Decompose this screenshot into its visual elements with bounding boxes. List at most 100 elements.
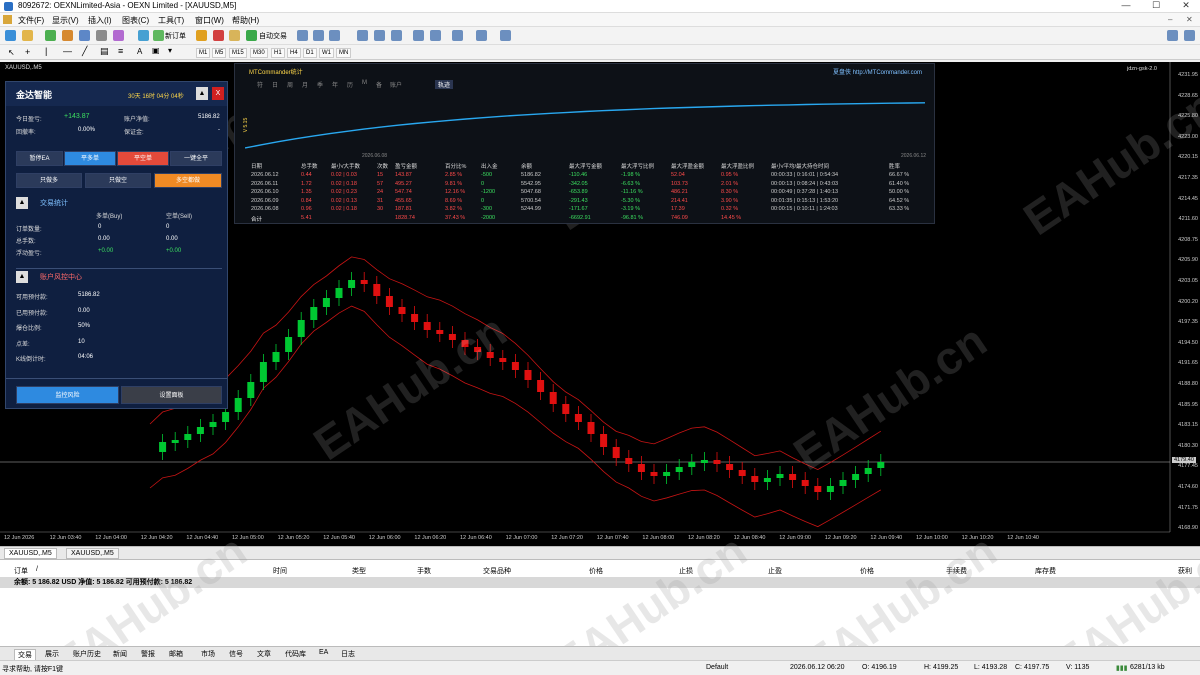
zoom-in-icon[interactable] — [357, 30, 368, 41]
tab-market[interactable]: 市场 — [198, 649, 218, 659]
periods-icon[interactable] — [476, 30, 487, 41]
menu-tools[interactable]: 工具(T) — [158, 15, 184, 26]
zoom-out-icon[interactable] — [374, 30, 385, 41]
restore-icon[interactable]: – — [1168, 15, 1172, 24]
menu-insert[interactable]: 插入(I) — [88, 15, 112, 26]
fibo-icon[interactable]: ≡ — [118, 46, 123, 56]
col-sl[interactable]: 止损 — [679, 566, 693, 576]
terminal-icon[interactable] — [96, 30, 107, 41]
community-icon[interactable] — [1184, 30, 1195, 41]
hline-icon[interactable]: — — [63, 46, 72, 56]
tab-codebase[interactable]: 代码库 — [282, 649, 309, 659]
text-tool-icon[interactable]: A — [137, 47, 142, 56]
col-type[interactable]: 类型 — [352, 566, 366, 576]
col-commission[interactable]: 手续费 — [946, 566, 967, 576]
auto-trade-icon[interactable] — [246, 30, 257, 41]
mtc-site-link[interactable]: 夏盘侠 http://MTCommander.com — [833, 67, 922, 76]
col-swap[interactable]: 库存费 — [1035, 566, 1056, 576]
chart-tab-active[interactable]: XAUUSD,.M5 — [4, 548, 57, 559]
col-order[interactable]: 订单 — [14, 566, 28, 576]
chart-tab[interactable]: XAUUSD,.M5 — [66, 548, 119, 559]
trendline-icon[interactable]: ╱ — [82, 46, 87, 57]
monitor-risk-button[interactable]: 监控风险 — [16, 386, 119, 404]
search-icon[interactable] — [1167, 30, 1178, 41]
col-price[interactable]: 价格 — [589, 566, 603, 576]
status-profile[interactable]: Default — [706, 664, 728, 671]
col-time[interactable]: 时间 — [273, 566, 287, 576]
tab-journal[interactable]: 日志 — [338, 649, 358, 659]
market-watch-icon[interactable] — [45, 30, 56, 41]
profiles-icon[interactable] — [22, 30, 33, 41]
tf-m30[interactable]: M30 — [250, 48, 268, 58]
close-long-button[interactable]: 平多单 — [64, 151, 116, 166]
line-chart-icon[interactable] — [329, 30, 340, 41]
pause-ea-button[interactable]: 暂停EA — [16, 151, 63, 166]
close-chart-icon[interactable]: ✕ — [1186, 15, 1193, 24]
close-icon[interactable]: ✕ — [1174, 0, 1198, 11]
tile-icon[interactable] — [391, 30, 402, 41]
cursor-icon[interactable]: ↖ — [8, 48, 15, 57]
tf-h4[interactable]: H4 — [287, 48, 301, 58]
panel-close-button[interactable]: X — [212, 87, 224, 100]
bar-chart-icon[interactable] — [297, 30, 308, 41]
maximize-icon[interactable]: ☐ — [1144, 0, 1168, 11]
stats-toggle-button[interactable]: ▲ — [16, 197, 28, 209]
minimize-icon[interactable]: — — [1114, 0, 1138, 10]
menu-view[interactable]: 显示(V) — [52, 15, 79, 26]
both-direction-button[interactable]: 多空都做 — [154, 173, 222, 188]
data-window-icon[interactable] — [62, 30, 73, 41]
chart-shift-icon[interactable] — [413, 30, 424, 41]
arrows-tool-icon[interactable]: ▾ — [168, 46, 172, 55]
tab-mailbox[interactable]: 邮箱 — [166, 649, 186, 659]
record-icon[interactable] — [213, 30, 224, 41]
metaeditor-icon[interactable] — [138, 30, 149, 41]
new-order-button[interactable]: 新订单 — [165, 31, 186, 41]
col-lots[interactable]: 手数 — [417, 566, 431, 576]
tab-alerts[interactable]: 警报 — [138, 649, 158, 659]
templates-icon[interactable] — [500, 30, 511, 41]
menu-help[interactable]: 帮助(H) — [232, 15, 259, 26]
new-order-icon[interactable] — [153, 30, 164, 41]
auto-trade-button[interactable]: 自动交易 — [259, 31, 287, 41]
navigator-icon[interactable] — [79, 30, 90, 41]
menu-chart[interactable]: 图表(C) — [122, 15, 149, 26]
tf-w1[interactable]: W1 — [319, 48, 334, 58]
close-short-button[interactable]: 平空单 — [117, 151, 169, 166]
tf-m1[interactable]: M1 — [196, 48, 211, 58]
mtc-tab-m[interactable]: M — [362, 80, 367, 86]
strategy-tester-icon[interactable] — [113, 30, 124, 41]
col-price-current[interactable]: 价格 — [860, 566, 874, 576]
gold-icon[interactable] — [196, 30, 207, 41]
tab-history[interactable]: 账户历史 — [70, 649, 104, 659]
menu-window[interactable]: 窗口(W) — [195, 15, 224, 26]
indicators-icon[interactable] — [452, 30, 463, 41]
col-profit[interactable]: 获利 — [1178, 566, 1192, 576]
tf-h1[interactable]: H1 — [271, 48, 285, 58]
lock-icon[interactable] — [229, 30, 240, 41]
candlestick-icon[interactable] — [313, 30, 324, 41]
settings-panel-button[interactable]: 设置面板 — [121, 386, 222, 404]
only-long-button[interactable]: 只做多 — [16, 173, 82, 188]
tf-m15[interactable]: M15 — [229, 48, 247, 58]
col-symbol[interactable]: 交易品种 — [483, 566, 511, 576]
only-short-button[interactable]: 只做空 — [85, 173, 151, 188]
close-all-button[interactable]: 一键全平 — [170, 151, 222, 166]
tf-mn[interactable]: MN — [336, 48, 352, 58]
autoscroll-icon[interactable] — [430, 30, 441, 41]
tab-news[interactable]: 新闻 — [110, 649, 130, 659]
tab-exposure[interactable]: 展示 — [42, 649, 62, 659]
risk-toggle-button[interactable]: ▲ — [16, 271, 28, 283]
tab-articles[interactable]: 文章 — [254, 649, 274, 659]
crosshair-icon[interactable]: + — [25, 47, 30, 57]
vline-icon[interactable]: | — [45, 46, 47, 56]
new-chart-icon[interactable] — [5, 30, 16, 41]
label-tool-icon[interactable]: ▣ — [152, 46, 160, 55]
menu-file[interactable]: 文件(F) — [18, 15, 44, 26]
channel-icon[interactable]: ▤ — [100, 46, 109, 57]
tf-m5[interactable]: M5 — [212, 48, 227, 58]
col-tp[interactable]: 止盈 — [768, 566, 782, 576]
tab-signals[interactable]: 信号 — [226, 649, 246, 659]
panel-collapse-button[interactable]: ▲ — [196, 87, 208, 100]
tf-d1[interactable]: D1 — [303, 48, 317, 58]
tab-experts[interactable]: EA — [316, 649, 331, 656]
